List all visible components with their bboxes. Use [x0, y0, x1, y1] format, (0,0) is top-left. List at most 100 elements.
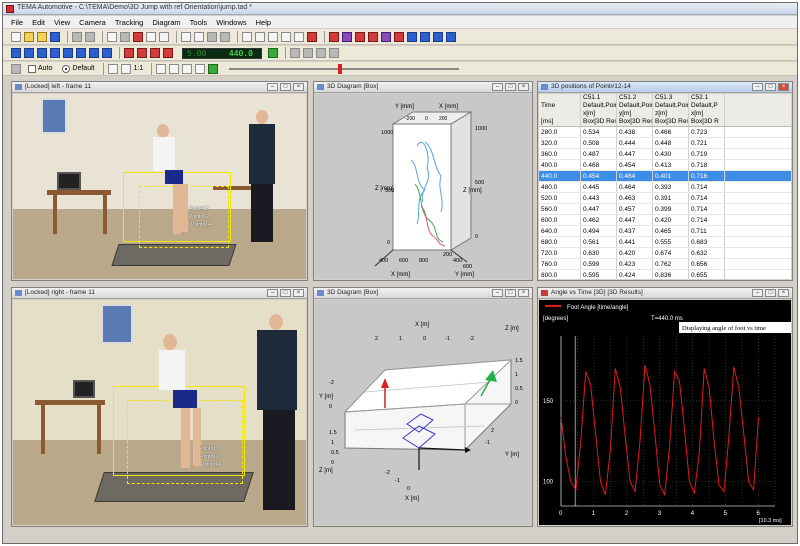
view-4-icon[interactable] [329, 48, 339, 58]
auto-checkbox[interactable] [28, 64, 36, 73]
maximize-button[interactable]: □ [505, 83, 516, 91]
table-row[interactable]: 800.0 0.595 0.424 0.836 0.655 [539, 270, 791, 279]
calibrate-icon[interactable] [242, 31, 252, 42]
loop-icon[interactable] [150, 48, 160, 58]
table-row[interactable]: 480.0 0.445 0.464 0.393 0.714 [539, 182, 791, 193]
minimize-button[interactable]: – [267, 83, 278, 91]
timeline-thumb[interactable] [337, 63, 342, 74]
diagram-top-view[interactable]: Y [mm] X [mm] Z [mm] Z [mm] 1000 500 0 1… [315, 94, 531, 279]
magnify-icon[interactable] [195, 63, 206, 74]
play-backward-icon[interactable] [37, 48, 47, 58]
default-radio[interactable] [62, 64, 71, 73]
stop-icon[interactable] [50, 48, 60, 58]
close-button[interactable]: × [518, 83, 529, 91]
close-button[interactable]: × [778, 289, 789, 297]
close-button[interactable]: × [778, 83, 789, 91]
view-3-icon[interactable] [316, 48, 326, 58]
paste-icon[interactable] [159, 31, 169, 42]
3d-chart-icon[interactable] [407, 31, 417, 42]
table-row[interactable]: 280.0 0.534 0.438 0.466 0.723 [539, 127, 791, 138]
track-icon[interactable] [194, 31, 204, 42]
step-forward-icon[interactable] [137, 48, 147, 58]
menu-help[interactable]: Help [256, 18, 271, 27]
bounce-icon[interactable] [163, 48, 173, 58]
step-back-icon[interactable] [124, 48, 134, 58]
minimize-button[interactable]: – [492, 83, 503, 91]
video-left-view[interactable]: Point#13 Point#12 Point#14 [13, 94, 306, 279]
table-view[interactable]: C51.1 C51.2 C51.3 C52.1 Time Default,Poi… [539, 94, 791, 279]
angle-chart-view[interactable]: Foot Angle [time/angle] [degrees] T=440.… [539, 300, 791, 525]
table-row[interactable]: 560.0 0.447 0.457 0.399 0.714 [539, 204, 791, 215]
maximize-button[interactable]: □ [505, 289, 516, 297]
cut-icon[interactable] [133, 31, 143, 42]
zoom-in-icon[interactable] [107, 63, 118, 74]
zoom-reset-button[interactable]: 1:1 [134, 65, 144, 72]
open-project-icon[interactable] [37, 31, 47, 42]
table-row[interactable]: 760.0 0.599 0.423 0.762 0.656 [539, 259, 791, 270]
table-row[interactable]: 640.0 0.494 0.437 0.465 0.711 [539, 226, 791, 237]
maximize-button[interactable]: □ [765, 83, 776, 91]
camera-icon[interactable] [120, 31, 130, 42]
xy-chart-icon[interactable] [342, 31, 352, 42]
video-right-view[interactable]: Point#13 Point#12 Point#14 [13, 300, 306, 525]
record-icon[interactable] [207, 31, 217, 42]
pan-icon[interactable] [169, 63, 180, 74]
copy-icon[interactable] [146, 31, 156, 42]
header-cell[interactable]: C51.2 [617, 94, 653, 102]
measure-icon[interactable] [268, 31, 278, 42]
export-icon[interactable] [433, 31, 443, 42]
grid-icon[interactable] [255, 31, 265, 42]
rewind-icon[interactable] [24, 48, 34, 58]
table-row[interactable]: 520.0 0.443 0.463 0.391 0.714 [539, 193, 791, 204]
marker-icon[interactable] [281, 31, 291, 42]
menu-tracking[interactable]: Tracking [115, 18, 143, 27]
menu-camera[interactable]: Camera [79, 18, 106, 27]
view-1-icon[interactable] [290, 48, 300, 58]
open-folder-icon[interactable] [24, 31, 34, 42]
minimize-button[interactable]: – [752, 289, 763, 297]
menu-diagram[interactable]: Diagram [152, 18, 180, 27]
menu-view[interactable]: View [54, 18, 70, 27]
last-frame-icon[interactable] [102, 48, 112, 58]
minimize-button[interactable]: – [267, 289, 278, 297]
view-2-icon[interactable] [303, 48, 313, 58]
velocity-chart-icon[interactable] [381, 31, 391, 42]
table-row[interactable]: 320.0 0.508 0.444 0.448 0.721 [539, 138, 791, 149]
close-button[interactable]: × [518, 289, 529, 297]
diagram-bottom-view[interactable]: X [m] Z [m] Y [m] Y [m] X [m] Z [m] 2 1 … [315, 300, 531, 525]
header-cell[interactable]: C51.1 [581, 94, 617, 102]
zoom-out-icon[interactable] [120, 63, 131, 74]
stop-icon[interactable] [220, 31, 230, 42]
select-icon[interactable] [182, 63, 193, 74]
angle-chart-icon[interactable] [368, 31, 378, 42]
settings-icon[interactable] [107, 31, 117, 42]
close-button[interactable]: × [293, 83, 304, 91]
header-cell[interactable]: C52.1 [689, 94, 725, 102]
menu-tools[interactable]: Tools [190, 18, 208, 27]
table-row[interactable]: 600.0 0.462 0.447 0.420 0.714 [539, 215, 791, 226]
stop-track-icon[interactable] [307, 31, 317, 42]
first-frame-icon[interactable] [11, 48, 21, 58]
save-icon[interactable] [50, 31, 60, 42]
maximize-button[interactable]: □ [280, 289, 291, 297]
maximize-button[interactable]: □ [765, 289, 776, 297]
acceleration-chart-icon[interactable] [394, 31, 404, 42]
table-row[interactable]: 400.0 0.468 0.454 0.413 0.718 [539, 160, 791, 171]
report-icon[interactable] [446, 31, 456, 42]
forward-icon[interactable] [89, 48, 99, 58]
table-row[interactable]: 720.0 0.630 0.420 0.674 0.632 [539, 248, 791, 259]
timeline-slider[interactable] [229, 63, 460, 74]
menu-file[interactable]: File [11, 18, 23, 27]
bar-chart-icon[interactable] [355, 31, 365, 42]
box-icon[interactable] [294, 31, 304, 42]
point-icon[interactable] [181, 31, 191, 42]
sync-icon[interactable] [268, 48, 278, 58]
redo-icon[interactable] [85, 31, 95, 42]
table-row[interactable]: 680.0 0.561 0.441 0.555 0.683 [539, 237, 791, 248]
undo-icon[interactable] [72, 31, 82, 42]
pause-icon[interactable] [63, 48, 73, 58]
header-cell[interactable] [539, 94, 581, 102]
close-button[interactable]: × [293, 289, 304, 297]
minimize-button[interactable]: – [492, 289, 503, 297]
table-row[interactable]: 360.0 0.487 0.447 0.430 0.719 [539, 149, 791, 160]
